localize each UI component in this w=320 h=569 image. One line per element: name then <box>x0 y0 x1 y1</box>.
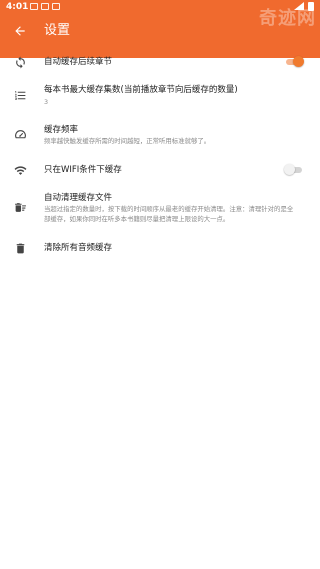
sync-icon <box>11 53 29 71</box>
setting-description: 当超过指定的数量时，按下载的时间顺序从最老的缓存开始清理。注意：清理针对的是全部… <box>44 205 294 223</box>
wifi-only-toggle[interactable] <box>284 163 304 177</box>
delete-sweep-icon <box>11 198 29 216</box>
notification-icons <box>30 3 60 10</box>
setting-description: 频率越快触发缓存所需的时间越短，正常听用标准就够了。 <box>44 137 211 145</box>
auto-cache-toggle[interactable] <box>284 55 304 69</box>
setting-auto-cache[interactable]: 自动缓存后续章节 <box>0 52 320 72</box>
setting-clear-all-cache[interactable]: 清除所有音频缓存 <box>0 238 320 258</box>
app-bar: 4:01 奇迹网 设置 <box>0 0 320 58</box>
setting-value: 3 <box>44 98 49 106</box>
toggle-knob <box>284 164 295 175</box>
notification-icon <box>30 3 38 10</box>
setting-cache-frequency[interactable]: 缓存频率 频率越快触发缓存所需的时间越短，正常听用标准就够了。 <box>0 122 320 148</box>
setting-title: 自动缓存后续章节 <box>44 57 113 67</box>
wifi-icon <box>11 161 29 179</box>
page-title: 设置 <box>44 23 71 38</box>
speedometer-icon <box>11 125 29 143</box>
watermark: 奇迹网 <box>259 8 316 29</box>
setting-title: 缓存频率 <box>44 125 79 135</box>
trash-icon <box>11 239 29 257</box>
setting-title: 自动清理缓存文件 <box>44 193 113 203</box>
notification-icon <box>41 3 49 10</box>
setting-title: 清除所有音频缓存 <box>44 243 113 253</box>
setting-auto-clean-cache[interactable]: 自动清理缓存文件 当超过指定的数量时，按下载的时间顺序从最老的缓存开始清理。注意… <box>0 190 320 230</box>
setting-max-cache-episodes[interactable]: 每本书最大缓存集数(当前播放章节向后缓存的数量) 3 <box>0 82 320 108</box>
back-button[interactable] <box>8 20 32 42</box>
arrow-back-icon <box>15 26 25 36</box>
status-time: 4:01 <box>6 2 29 12</box>
toggle-knob <box>293 56 304 67</box>
setting-title: 每本书最大缓存集数(当前播放章节向后缓存的数量) <box>44 85 238 95</box>
setting-wifi-only[interactable]: 只在WIFI条件下缓存 <box>0 160 320 180</box>
list-numbered-icon <box>11 86 29 104</box>
notification-icon <box>52 3 60 10</box>
setting-title: 只在WIFI条件下缓存 <box>44 165 122 175</box>
